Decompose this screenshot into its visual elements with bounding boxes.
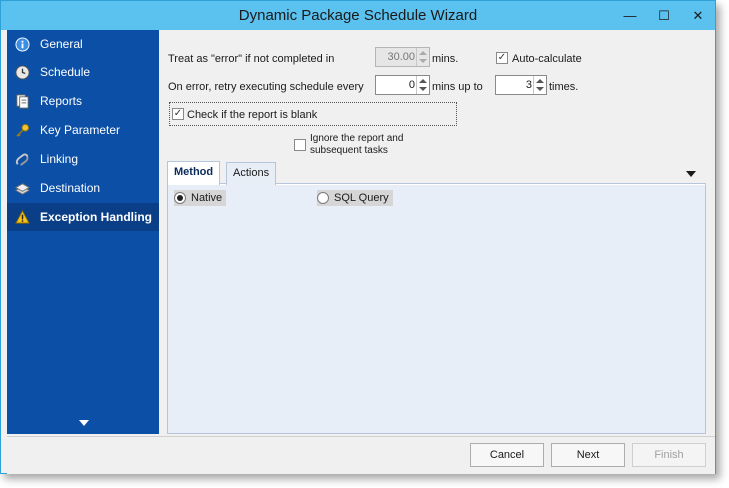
next-button[interactable]: Next [551,443,625,467]
sidebar-item-general[interactable]: General [7,30,159,58]
check-mark-icon: ✓ [173,108,183,119]
sql-query-radio[interactable] [317,192,329,204]
wizard-window: Dynamic Package Schedule Wizard — ☐ ✕ Ge… [0,0,716,474]
retry-every-value: 0 [408,79,415,91]
retry-times-value: 3 [525,79,532,91]
spinner-arrows[interactable] [416,48,429,66]
times-label: times. [549,81,579,93]
check-blank-checkbox[interactable]: ✓ [172,108,184,120]
sidebar-item-key-parameter[interactable]: Key Parameter [7,116,159,144]
exception-handling-panel: Treat as "error" if not completed in 30.… [159,30,715,436]
minimize-button[interactable]: — [613,1,647,30]
sidebar-item-label: Destination [40,181,101,195]
cancel-button[interactable]: Cancel [470,443,544,467]
spinner-arrows[interactable] [416,76,429,94]
close-button[interactable]: ✕ [681,1,715,30]
sidebar-item-label: General [40,37,83,51]
warning-icon [14,209,30,225]
check-blank-label: Check if the report is blank [187,109,318,121]
sidebar-item-label: Schedule [40,65,91,79]
timeout-value: 30.00 [387,51,415,63]
sidebar-scroll-down-icon[interactable] [79,420,89,426]
native-option[interactable]: Native [174,190,227,206]
sidebar-item-linking[interactable]: Linking [7,145,159,173]
tab-strip: Method Actions [167,161,706,185]
title-bar: Dynamic Package Schedule Wizard — ☐ ✕ [1,1,715,30]
sidebar-item-label: Exception Handling [40,210,153,224]
radio-selected-dot [177,195,183,201]
native-label: Native [191,192,223,204]
method-tab-body: Native SQL Query [168,185,705,433]
wizard-sidebar: General Schedule Reports Key Parameter L… [7,30,159,434]
sidebar-item-schedule[interactable]: Schedule [7,58,159,86]
reports-icon [14,93,30,109]
sidebar-item-label: Reports [40,94,83,108]
sidebar-item-label: Linking [40,152,79,166]
info-icon [14,36,30,52]
destination-icon [14,180,30,196]
maximize-button[interactable]: ☐ [647,1,681,30]
tab-method[interactable]: Method [167,161,221,185]
sql-query-option[interactable]: SQL Query [317,190,393,206]
link-icon [14,151,30,167]
tab-menu-chevron-down-icon[interactable] [686,171,696,177]
sql-query-label: SQL Query [334,192,389,204]
check-mark-icon: ✓ [497,52,507,63]
retry-times-spinner[interactable]: 3 [495,75,547,95]
sidebar-item-label: Key Parameter [40,123,121,137]
spinner-arrows[interactable] [533,76,546,94]
timeout-minutes-spinner[interactable]: 30.00 [375,47,430,67]
ignore-report-label-line1: Ignore the report and [310,133,404,144]
tab-actions[interactable]: Actions [226,162,277,185]
sidebar-item-exception-handling[interactable]: Exception Handling [7,203,159,231]
key-icon [14,122,30,138]
clock-icon [14,64,30,80]
wizard-footer: Cancel Next Finish [7,436,715,474]
treat-error-label: Treat as "error" if not completed in [168,53,335,65]
sidebar-item-reports[interactable]: Reports [7,87,159,115]
mins-up-to-label: mins up to [432,81,483,93]
ignore-report-checkbox[interactable] [294,139,306,151]
auto-calculate-label: Auto-calculate [512,53,582,65]
sidebar-item-destination[interactable]: Destination [7,174,159,202]
timeout-mins-label: mins. [432,53,459,65]
auto-calculate-checkbox[interactable]: ✓ [496,52,508,64]
window-title: Dynamic Package Schedule Wizard [238,7,478,24]
window-controls: — ☐ ✕ [613,1,715,30]
native-radio[interactable] [174,192,186,204]
finish-button[interactable]: Finish [632,443,706,467]
retry-every-spinner[interactable]: 0 [375,75,430,95]
retry-label: On error, retry executing schedule every [168,81,364,93]
ignore-report-label-line2: subsequent tasks [310,145,388,156]
